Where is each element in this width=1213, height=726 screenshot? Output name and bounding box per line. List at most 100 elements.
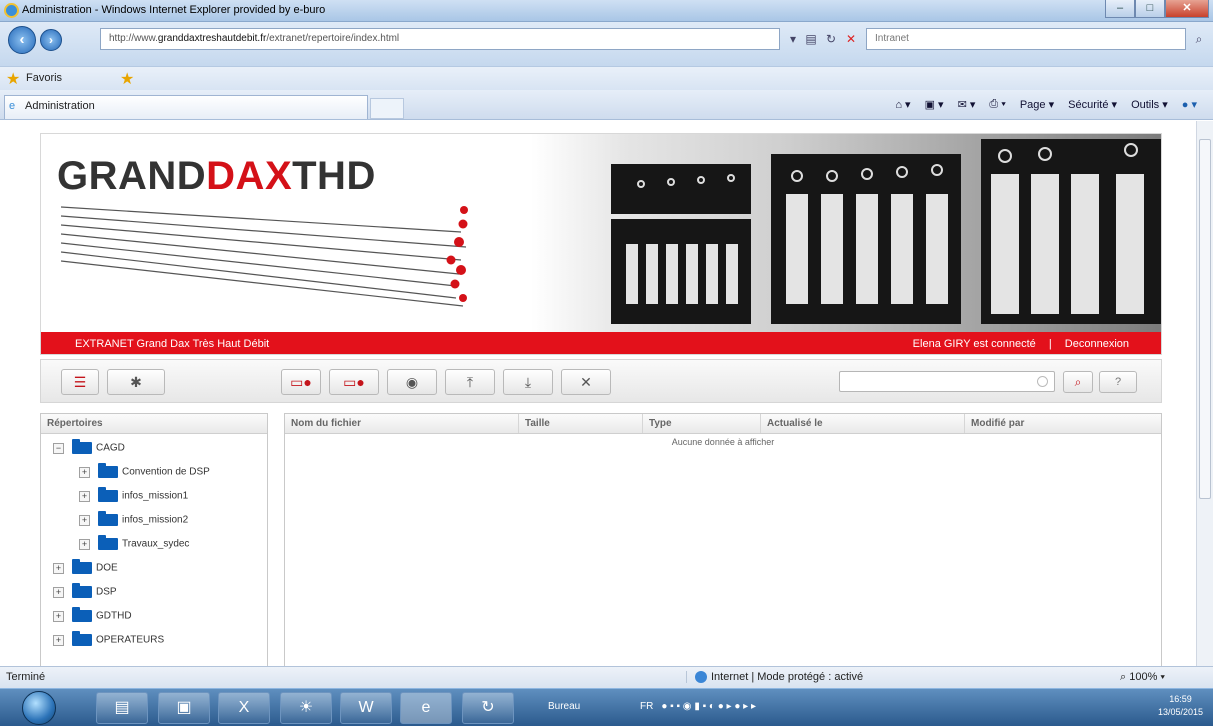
forward-button[interactable]: › xyxy=(40,29,62,51)
column-type[interactable]: Type xyxy=(643,414,761,433)
page-menu[interactable]: Page ▾ xyxy=(1020,98,1054,111)
address-input[interactable]: http://www.granddaxtreshautdebit.fr/extr… xyxy=(100,28,780,50)
powerpoint-taskbar-icon[interactable]: ▣ xyxy=(158,692,210,724)
collapse-icon[interactable]: − xyxy=(53,442,64,454)
print-icon[interactable]: ⎙ ▾ xyxy=(989,98,1005,111)
search-button[interactable]: ⌕ xyxy=(1063,371,1093,393)
column-modified-by[interactable]: Modifié par xyxy=(965,414,1161,433)
url-path: /extranet/repertoire/index.html xyxy=(266,33,400,44)
tree-node-gdthd[interactable]: + GDTHD xyxy=(53,607,132,628)
scrollbar-thumb[interactable] xyxy=(1199,139,1211,499)
mail-icon[interactable]: ✉ ▾ xyxy=(958,98,976,111)
tree-node-convention[interactable]: + Convention de DSP xyxy=(79,463,210,484)
upload-button[interactable]: ⤒ xyxy=(445,369,495,395)
connected-user: Elena GIRY est connecté xyxy=(912,338,1036,350)
extranet-label: EXTRANET Grand Dax Très Haut Débit xyxy=(75,338,270,350)
search-input[interactable]: Intranet xyxy=(866,28,1186,50)
status-bar: Terminé Internet | Mode protégé : activé… xyxy=(0,666,1213,688)
maximize-button[interactable]: □ xyxy=(1135,0,1165,18)
add-favorite-icon[interactable]: ★ xyxy=(120,69,134,89)
download-button[interactable]: ⤓ xyxy=(503,369,553,395)
column-size[interactable]: Taille xyxy=(519,414,643,433)
refresh-icon[interactable]: ↻ xyxy=(822,30,840,48)
expand-icon[interactable]: + xyxy=(79,538,90,550)
new-tab-button[interactable] xyxy=(370,98,404,119)
help-button[interactable]: ? xyxy=(1099,371,1137,393)
favorites-label[interactable]: Favoris xyxy=(26,72,62,84)
tray-icon[interactable]: ● ▪ ▪ ◉ ▮ ▪ ◐ ● ▸ ● ▸ ▸ xyxy=(661,701,756,712)
tab-title: Administration xyxy=(25,100,95,112)
security-menu[interactable]: Sécurité ▾ xyxy=(1068,98,1117,111)
site-banner: GRANDDAXTHD EXTRANET Grand Dax Très Haut… xyxy=(40,133,1162,355)
zoom-level[interactable]: ⌕ 100% ▾ xyxy=(1120,671,1165,684)
site-logo: GRANDDAXTHD xyxy=(57,154,376,198)
feeds-icon[interactable]: ▣ ▾ xyxy=(925,98,944,111)
upload-icon: ⤒ xyxy=(466,374,474,390)
close-button[interactable]: ✕ xyxy=(1165,0,1209,18)
column-filename[interactable]: Nom du fichier xyxy=(285,414,519,433)
tree-node-doe[interactable]: + DOE xyxy=(53,559,118,580)
clear-search-icon[interactable] xyxy=(1037,376,1048,387)
excel-taskbar-icon[interactable]: X xyxy=(218,692,270,724)
tree-node-travaux-sydec[interactable]: + Travaux_sydec xyxy=(79,535,189,556)
dropdown-icon[interactable]: ▾ xyxy=(784,30,802,48)
magnifier-icon: ⌕ xyxy=(1074,375,1082,389)
folder-icon xyxy=(98,511,118,526)
column-updated[interactable]: Actualisé le xyxy=(761,414,965,433)
minimize-button[interactable]: – xyxy=(1105,0,1135,18)
folder-icon xyxy=(98,535,118,550)
expand-icon[interactable]: + xyxy=(53,586,64,598)
language-indicator[interactable]: FR xyxy=(640,701,653,712)
expand-icon[interactable]: + xyxy=(53,634,64,646)
settings-button[interactable]: ✱ xyxy=(107,369,165,395)
list-view-button[interactable]: ☰ xyxy=(61,369,99,395)
ie-tab-icon: e xyxy=(9,100,16,112)
home-icon[interactable]: ⌂ ▾ xyxy=(895,98,910,111)
view-button[interactable]: ◉ xyxy=(387,369,437,395)
expand-icon[interactable]: + xyxy=(53,610,64,622)
expand-icon[interactable]: + xyxy=(79,490,90,502)
stop-icon[interactable]: ✕ xyxy=(842,30,860,48)
start-button[interactable] xyxy=(22,691,56,725)
favorites-bar: ★ Favoris ★ xyxy=(0,66,1213,90)
tools-menu[interactable]: Outils ▾ xyxy=(1131,98,1168,111)
new-file-button[interactable]: ▭● xyxy=(281,369,321,395)
ie-taskbar-icon[interactable]: e xyxy=(400,692,452,724)
favorites-star-icon[interactable]: ★ xyxy=(6,69,20,89)
word-taskbar-icon[interactable]: W xyxy=(340,692,392,724)
expand-icon[interactable]: + xyxy=(79,514,90,526)
desktop-toolbar-label[interactable]: Bureau xyxy=(548,701,580,712)
tree-node-infos-mission1[interactable]: + infos_mission1 xyxy=(79,487,188,508)
banner-binders-image xyxy=(531,134,1161,332)
logout-link[interactable]: Deconnexion xyxy=(1065,338,1129,350)
expand-icon[interactable]: + xyxy=(53,562,64,574)
window-titlebar: Administration - Windows Internet Explor… xyxy=(0,0,1213,22)
tree-node-infos-mission2[interactable]: + infos_mission2 xyxy=(79,511,188,532)
tree-node-dsp[interactable]: + DSP xyxy=(53,583,117,604)
folder-icon xyxy=(72,607,92,622)
clock[interactable]: 16:59 13/05/2015 xyxy=(1158,693,1203,719)
security-zone[interactable]: Internet | Mode protégé : activé xyxy=(686,671,946,684)
back-button[interactable]: ‹ xyxy=(8,26,36,54)
delete-button[interactable]: ✕ xyxy=(561,369,611,395)
empty-message: Aucune donnée à afficher xyxy=(671,437,775,447)
expand-icon[interactable]: + xyxy=(79,466,90,478)
windows-taskbar: ▤ ▣ X ☀ W e ↻ Bureau FR ● ▪ ▪ ◉ ▮ ▪ ◐ ● … xyxy=(0,688,1213,726)
tree-node-operateurs[interactable]: + OPERATEURS xyxy=(53,631,164,652)
window-title: Administration - Windows Internet Explor… xyxy=(22,4,326,16)
window-controls: – □ ✕ xyxy=(1105,0,1209,20)
outlook-taskbar-icon[interactable]: ☀ xyxy=(280,692,332,724)
compat-icon[interactable]: ▤ xyxy=(802,30,820,48)
search-icon[interactable]: ⌕ xyxy=(1190,30,1208,48)
tab-bar: e Administration ⌂ ▾ ▣ ▾ ✉ ▾ ⎙ ▾ Page ▾ … xyxy=(0,90,1213,120)
tree-node-cagd[interactable]: − CAGD xyxy=(53,439,125,460)
app-taskbar-icon[interactable]: ↻ xyxy=(462,692,514,724)
help-icon[interactable]: ● ▾ xyxy=(1182,98,1197,111)
page-scrollbar[interactable] xyxy=(1196,121,1213,666)
explorer-taskbar-icon[interactable]: ▤ xyxy=(96,692,148,724)
new-folder-button[interactable]: ▭● xyxy=(329,369,379,395)
file-search-input[interactable] xyxy=(839,371,1055,392)
page-content: GRANDDAXTHD EXTRANET Grand Dax Très Haut… xyxy=(0,121,1196,666)
folder-icon xyxy=(72,559,92,574)
tab-administration[interactable]: e Administration xyxy=(4,95,368,119)
